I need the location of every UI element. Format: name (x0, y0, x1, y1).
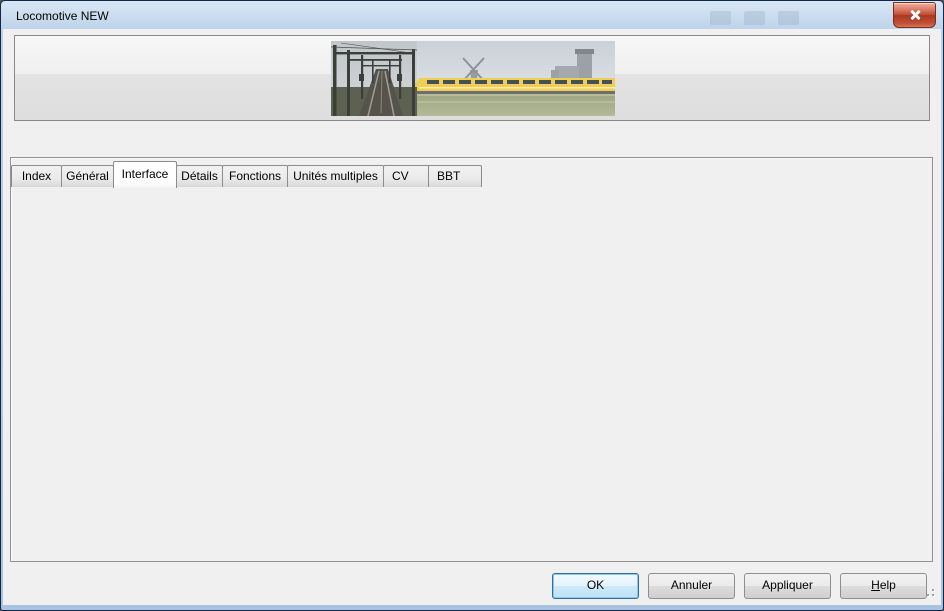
ghost-close-icon (778, 11, 799, 25)
annuler-button[interactable]: Annuler (648, 573, 735, 599)
appliquer-button[interactable]: Appliquer (744, 573, 831, 599)
tab-unites-multiples[interactable]: Unités multiples (287, 165, 384, 187)
dialog-client-area: Index Général Interface Détails Fonction… (3, 29, 941, 605)
header-image-panel (14, 35, 930, 121)
tab-interface[interactable]: Interface (113, 161, 177, 188)
help-button-label-rest: elp (880, 578, 896, 592)
help-button[interactable]: Help (840, 573, 927, 599)
resize-grip[interactable] (923, 585, 935, 597)
tab-details[interactable]: Détails (176, 165, 223, 187)
tab-index[interactable]: Index (11, 165, 62, 187)
help-button-accelerator: H (871, 578, 880, 592)
window-title: Locomotive NEW (16, 9, 109, 23)
tab-page-interface (10, 157, 933, 562)
tab-cv[interactable]: CV (383, 165, 431, 187)
close-button[interactable] (893, 2, 936, 28)
tab-fonctions[interactable]: Fonctions (222, 165, 288, 187)
dialog-window: Locomotive NEW (0, 0, 944, 611)
ok-button[interactable]: OK (552, 573, 639, 599)
close-icon (909, 9, 921, 21)
titlebar: Locomotive NEW (2, 2, 940, 29)
ghost-minimize-icon (710, 11, 731, 25)
tab-general[interactable]: Général (61, 165, 114, 187)
tab-bbt[interactable]: BBT (428, 165, 482, 187)
ghost-maximize-icon (744, 11, 765, 25)
locomotive-photo (331, 41, 615, 116)
